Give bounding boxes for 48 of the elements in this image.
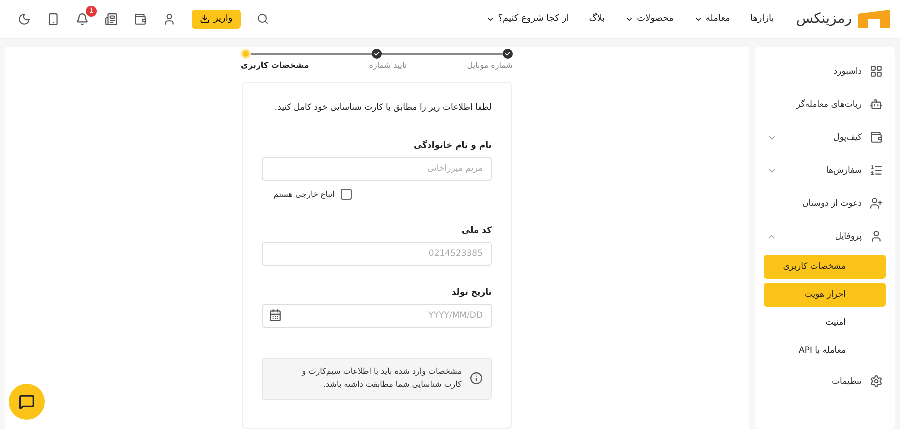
sidebar-item[interactable]: تنظیمات xyxy=(755,365,895,398)
logo-icon xyxy=(858,10,890,28)
step-label: مشخصات کاربری xyxy=(241,61,310,70)
user-icon[interactable] xyxy=(163,12,176,26)
user-plus-icon xyxy=(870,197,883,210)
robot-icon xyxy=(870,98,883,111)
wallet-icon xyxy=(870,131,883,144)
download-icon xyxy=(200,14,210,24)
nav-link[interactable]: از کجا شروع کنیم؟ xyxy=(498,14,570,24)
field-label: تاریخ تولد xyxy=(450,288,492,298)
search-icon[interactable] xyxy=(256,13,269,25)
info-icon xyxy=(470,372,483,386)
moon-icon[interactable] xyxy=(18,12,31,26)
notice-text: مشخصات وارد شده باید با اطلاعات سیم‌کارت و کارت شناسایی شما مطابقت داشته باشد. xyxy=(302,366,462,391)
calendar-icon xyxy=(269,309,282,322)
sidebar-item[interactable]: کیف‌پول xyxy=(755,121,895,154)
step-label: شماره موبایل xyxy=(467,61,513,70)
checkbox[interactable] xyxy=(341,189,352,200)
deposit-button[interactable]: واریز xyxy=(192,10,241,28)
submenu-item[interactable]: مشخصات کاربری xyxy=(764,255,886,279)
settings-icon xyxy=(870,375,883,388)
date-field[interactable]: YYYY/MM/DD xyxy=(262,304,492,328)
sidebar-item[interactable]: پروفایل xyxy=(755,220,895,253)
checkbox-label: اتباع خارجی هستم xyxy=(274,190,335,199)
nav-link[interactable]: محصولات xyxy=(637,14,674,24)
grid-icon xyxy=(870,65,883,78)
nav-link[interactable]: بازارها xyxy=(750,14,774,24)
submenu-item[interactable]: معامله با API xyxy=(764,339,886,363)
name-field[interactable]: مریم میرزاخانی xyxy=(262,157,492,181)
intro-text: لطفا اطلاعات زیر را مطابق با کارت شناسایی خود کامل کنید. xyxy=(274,103,492,113)
sidebar-item[interactable]: داشبورد xyxy=(755,55,895,88)
bell-icon[interactable] xyxy=(76,12,89,26)
step-label: تایید شماره xyxy=(369,61,408,70)
nav-link[interactable]: بلاگ xyxy=(589,14,606,24)
field-label: کد ملی xyxy=(460,226,492,236)
nav-link[interactable]: معامله xyxy=(706,14,730,24)
sidebar-item[interactable]: دعوت از دوستان xyxy=(755,187,895,220)
chat-icon xyxy=(19,394,35,410)
sidebar-item[interactable]: ربات‌های معامله‌گر xyxy=(755,88,895,121)
national-code-field[interactable]: 0214523385 xyxy=(262,242,492,266)
wallet-icon[interactable] xyxy=(134,12,147,26)
phone-icon[interactable] xyxy=(47,12,60,26)
sidebar-item[interactable]: سفارش‌ها xyxy=(755,154,895,187)
submenu-item[interactable]: امنیت xyxy=(764,311,886,335)
logo-text[interactable]: رمزینکس xyxy=(796,11,852,27)
submenu-item[interactable]: احراز هویت xyxy=(764,283,886,307)
field-label: نام و نام خانوادگی xyxy=(412,141,492,151)
user-icon xyxy=(870,230,883,243)
